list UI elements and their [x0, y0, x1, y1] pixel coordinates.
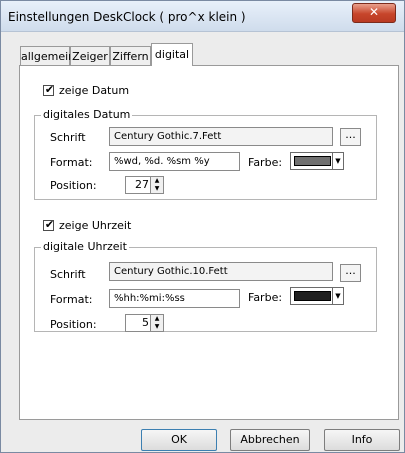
tab-allgemein[interactable]: allgemein	[20, 46, 75, 65]
window-title: Einstellungen DeskClock ( pro^x klein )	[8, 10, 246, 24]
time-position-spinner[interactable]: 5 ▲ ▼	[125, 314, 164, 332]
time-font-field[interactable]: Century Gothic.10.Fett	[109, 262, 333, 281]
tab-digital[interactable]: digital	[151, 43, 193, 66]
time-format-label: Format:	[50, 293, 93, 306]
date-format-label: Format:	[50, 156, 93, 169]
time-format-input[interactable]: %hh:%mi:%ss	[109, 289, 240, 308]
date-color-label: Farbe:	[248, 156, 283, 169]
time-font-label: Schrift	[50, 268, 86, 281]
date-group-label: digitales Datum	[41, 108, 133, 121]
date-position-value[interactable]: 27	[135, 177, 149, 193]
info-button[interactable]: Info	[324, 429, 400, 451]
time-font-browse-button[interactable]: ...	[340, 264, 361, 282]
close-icon: ✕	[368, 5, 380, 19]
time-color-picker[interactable]: ▼	[290, 287, 344, 305]
date-font-label: Schrift	[50, 131, 86, 144]
spinner-down-icon[interactable]: ▼	[151, 185, 163, 193]
date-font-browse-button[interactable]: ...	[340, 128, 361, 146]
cancel-button[interactable]: Abbrechen	[230, 429, 310, 451]
tab-zeiger[interactable]: Zeiger	[70, 46, 110, 65]
chevron-down-icon[interactable]: ▼	[332, 153, 343, 169]
time-position-label: Position:	[50, 318, 97, 331]
settings-dialog: Einstellungen DeskClock ( pro^x klein ) …	[0, 0, 405, 453]
date-format-input[interactable]: %wd, %d. %sm %y	[109, 152, 240, 171]
spinner-arrows[interactable]: ▲ ▼	[150, 315, 163, 331]
time-color-label: Farbe:	[248, 291, 283, 304]
ok-button[interactable]: OK	[141, 429, 217, 451]
date-font-field[interactable]: Century Gothic.7.Fett	[109, 127, 333, 146]
date-group: digitales Datum Schrift Century Gothic.7…	[34, 108, 377, 200]
spinner-down-icon[interactable]: ▼	[151, 323, 163, 331]
spinner-up-icon[interactable]: ▲	[151, 315, 163, 323]
check-icon: ✔	[44, 218, 55, 231]
spinner-arrows[interactable]: ▲ ▼	[150, 177, 163, 193]
date-position-spinner[interactable]: 27 ▲ ▼	[125, 176, 164, 194]
time-color-swatch	[294, 291, 331, 301]
close-button[interactable]: ✕	[352, 3, 396, 23]
date-color-swatch	[294, 156, 331, 166]
chevron-down-icon[interactable]: ▼	[332, 288, 343, 304]
show-time-label[interactable]: zeige Uhrzeit	[59, 219, 131, 232]
tab-ziffern[interactable]: Ziffern	[110, 46, 151, 65]
show-time-checkbox[interactable]: ✔	[43, 218, 55, 231]
title-bar[interactable]: Einstellungen DeskClock ( pro^x klein ) …	[1, 1, 404, 32]
tab-panel-digital: ✔ zeige Datum digitales Datum Schrift Ce…	[19, 65, 399, 420]
spinner-up-icon[interactable]: ▲	[151, 177, 163, 185]
show-date-label[interactable]: zeige Datum	[59, 84, 129, 97]
date-color-picker[interactable]: ▼	[290, 152, 344, 170]
time-group: digitale Uhrzeit Schrift Century Gothic.…	[34, 240, 377, 332]
check-icon: ✔	[44, 83, 55, 96]
time-position-value[interactable]: 5	[142, 315, 149, 331]
date-position-label: Position:	[50, 179, 97, 192]
time-group-label: digitale Uhrzeit	[41, 240, 129, 253]
show-date-checkbox[interactable]: ✔	[43, 83, 55, 96]
